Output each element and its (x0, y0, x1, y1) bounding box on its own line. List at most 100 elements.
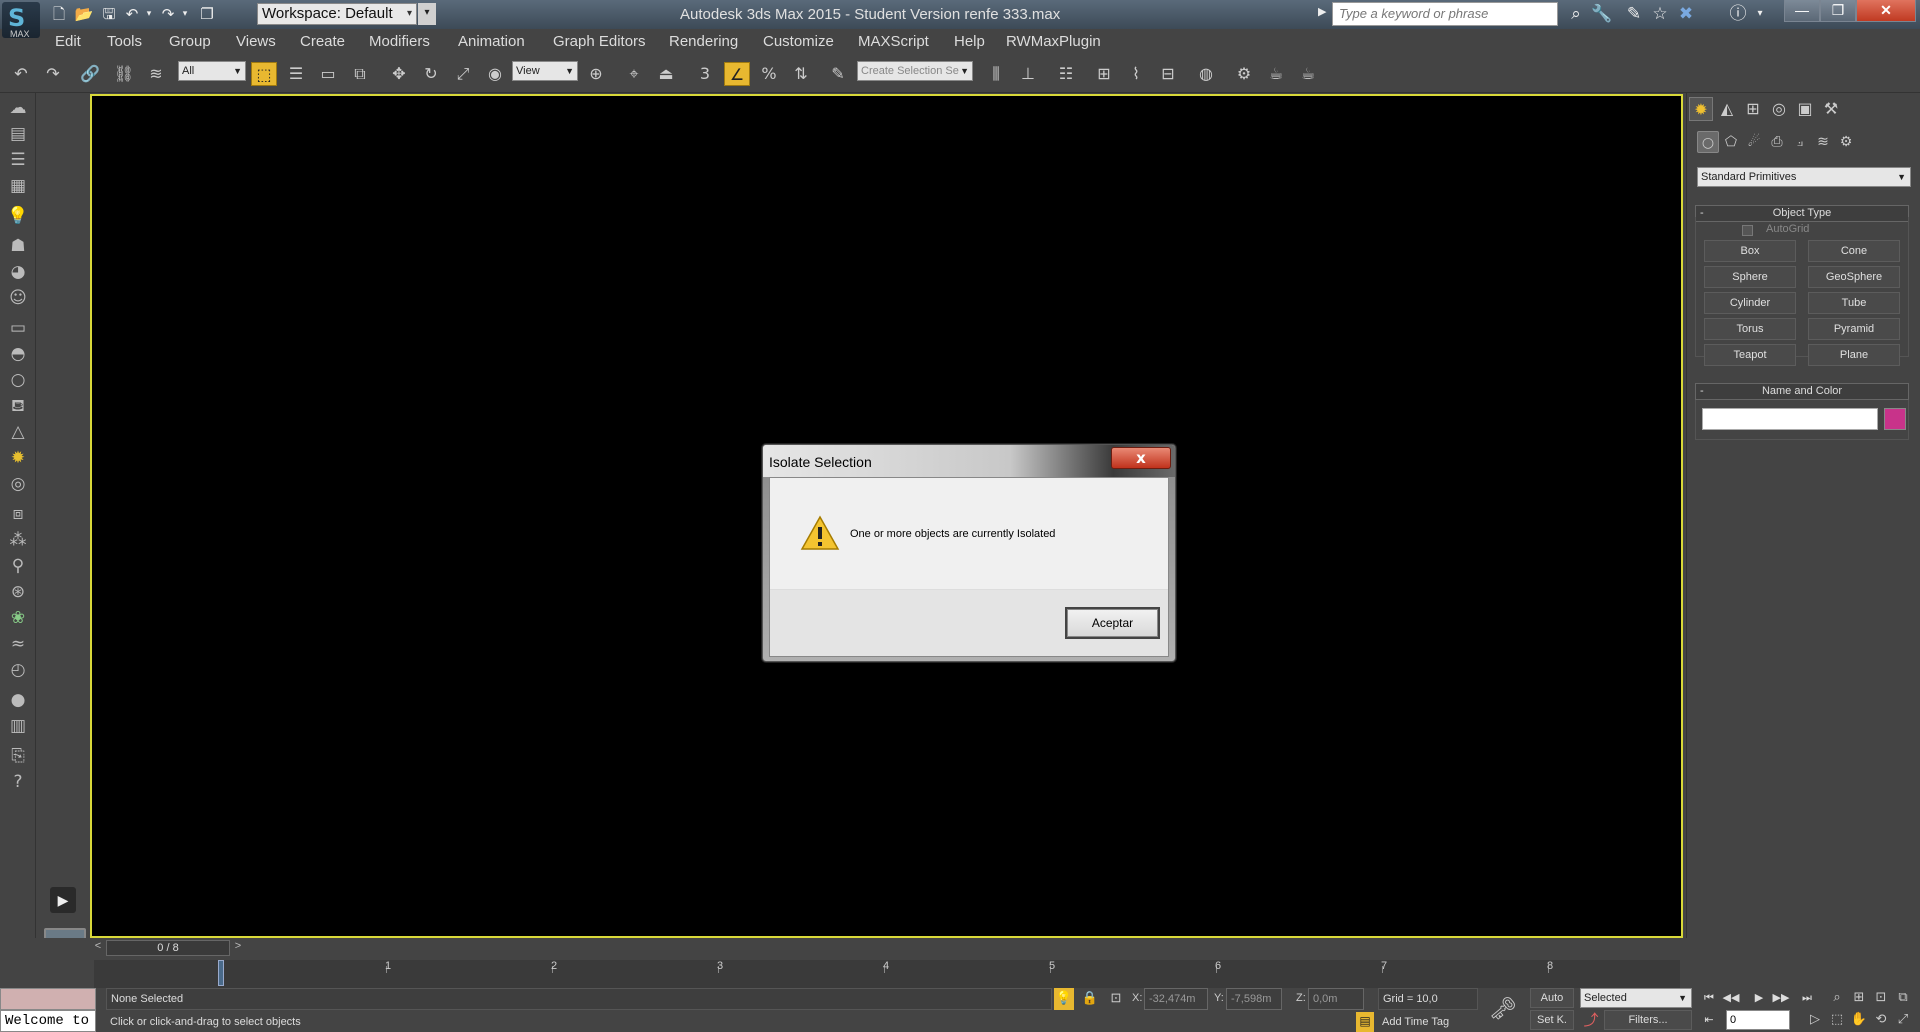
minimize-button[interactable]: — (1784, 0, 1820, 22)
absolute-mode-icon[interactable]: ⊡ (1106, 988, 1126, 1010)
angle-snap-icon[interactable]: ∠ (724, 62, 750, 86)
spinner-snap-icon[interactable]: ⇅ (788, 62, 814, 86)
shapes-icon[interactable]: ⬠ (1720, 131, 1742, 153)
menu-graph-editors[interactable]: Graph Editors (553, 33, 646, 50)
favorites-star-icon[interactable]: ☆ (1648, 3, 1672, 25)
plane-button[interactable]: Plane (1808, 344, 1900, 366)
layer-explorer-icon[interactable]: ☷ (1053, 62, 1079, 86)
search-input[interactable]: Type a keyword or phrase (1332, 2, 1558, 26)
category-dropdown[interactable]: Standard Primitives ▼ (1697, 167, 1911, 187)
undo-icon[interactable]: ↶ (8, 62, 34, 86)
exchange-icon[interactable]: ✖ (1674, 3, 1698, 25)
manipulate-icon[interactable]: ⌖ (621, 62, 647, 86)
zoom-all-icon[interactable]: ⊞ (1848, 988, 1870, 1008)
geometry-icon[interactable]: ○ (1697, 131, 1719, 153)
torus-icon[interactable]: ◎ (5, 471, 31, 497)
sun-icon[interactable]: ✹ (5, 445, 31, 471)
scene-explorer-icon[interactable]: ☁ (5, 95, 31, 121)
render-production-icon[interactable]: ☕ (1295, 62, 1321, 86)
rendered-frame-window-icon[interactable]: ☕ (1263, 62, 1289, 86)
communication-center-icon[interactable]: ✎ (1622, 3, 1646, 25)
redo-dropdown-icon[interactable]: ▾ (174, 3, 196, 25)
menu-help[interactable]: Help (954, 33, 985, 50)
dialog-titlebar[interactable]: Isolate Selection x (763, 445, 1175, 477)
quick-access-customize-button[interactable]: ▾ (418, 3, 436, 25)
schematic-view-icon[interactable]: ⊟ (1155, 62, 1181, 86)
key-mode-toggle-icon[interactable]: ⇤ (1698, 1010, 1720, 1030)
mirror-icon[interactable]: ⫼ (983, 62, 1009, 86)
time-slider-thumb[interactable]: 0 / 8 (106, 940, 230, 956)
box-button[interactable]: Box (1704, 240, 1796, 262)
help-icon[interactable]: ⓘ (1726, 3, 1750, 25)
save-file-icon[interactable]: 🖫 (98, 3, 120, 25)
curve-editor-icon[interactable]: ⌇ (1123, 62, 1149, 86)
menu-customize[interactable]: Customize (763, 33, 834, 50)
open-file-icon[interactable]: 📂 (73, 3, 95, 25)
key-filters-button[interactable]: Filters... (1604, 1010, 1692, 1030)
selection-lock-icon[interactable]: 🔒 (1080, 988, 1100, 1010)
keyboard-shortcut-override-icon[interactable]: ⏏ (653, 62, 679, 86)
helper-grid-icon[interactable]: ⧈ (5, 501, 31, 527)
hierarchy-tab-icon[interactable]: ⊞ (1741, 97, 1765, 121)
redo-icon[interactable]: ↷ (40, 62, 66, 86)
maxscript-listener-mini[interactable] (0, 988, 96, 1010)
next-frame-icon[interactable]: ▶▶ (1770, 988, 1792, 1008)
autogrid-checkbox[interactable] (1742, 225, 1753, 236)
time-slider-prev-icon[interactable]: < (90, 940, 106, 956)
lights-icon[interactable]: ☄ (1743, 131, 1765, 153)
auto-key-button[interactable]: Auto (1530, 988, 1574, 1008)
time-slider-next-icon[interactable]: > (230, 940, 246, 956)
spiral-icon[interactable]: ◴ (5, 657, 31, 683)
binoculars-icon[interactable]: ⌕ (1564, 3, 1588, 25)
zoom-extents-icon[interactable]: ⊡ (1870, 988, 1892, 1008)
new-file-icon[interactable]: 🗋 (48, 3, 70, 25)
align-icon[interactable]: ⊥ (1015, 62, 1041, 86)
search-expand-icon[interactable]: ▶ (1318, 5, 1326, 18)
add-time-tag[interactable]: Add Time Tag (1378, 1012, 1478, 1032)
utilities-tab-icon[interactable]: ⚒ (1819, 97, 1843, 121)
cylinder-button[interactable]: Cylinder (1704, 292, 1796, 314)
edit-named-selection-icon[interactable]: ✎ (825, 62, 851, 86)
percent-snap-icon[interactable]: % (756, 62, 782, 86)
display-tab-icon[interactable]: ▣ (1793, 97, 1817, 121)
select-object-icon[interactable]: ⬚ (251, 62, 277, 86)
set-key-icon[interactable]: 🗝 (1484, 990, 1522, 1030)
menu-views[interactable]: Views (236, 33, 276, 50)
region-zoom-icon[interactable]: ⬚ (1826, 1010, 1848, 1030)
current-frame-input[interactable]: 0 (1726, 1010, 1790, 1030)
close-window-button[interactable]: ✕ (1856, 0, 1916, 22)
project-folder-icon[interactable]: ❐ (196, 3, 218, 25)
create-tab-icon[interactable]: ✹ (1689, 97, 1713, 121)
geosphere-button[interactable]: GeoSphere (1808, 266, 1900, 288)
reference-coordinate-dropdown[interactable]: View ▼ (512, 61, 578, 81)
material-editor-icon[interactable]: ◍ (1193, 62, 1219, 86)
x-coordinate-field[interactable]: -32,474m (1144, 988, 1208, 1010)
sphere-button[interactable]: Sphere (1704, 266, 1796, 288)
select-and-move-icon[interactable]: ✥ (386, 62, 412, 86)
plant-icon[interactable]: ❀ (5, 605, 31, 631)
bind-to-space-warp-icon[interactable]: ≋ (143, 62, 169, 86)
select-and-scale-icon[interactable]: ⤢ (450, 62, 476, 86)
select-and-place-icon[interactable]: ◉ (482, 62, 508, 86)
menu-modifiers[interactable]: Modifiers (369, 33, 430, 50)
hair-icon[interactable]: ≈ (5, 631, 31, 657)
key-filter-dropdown[interactable]: Selected ▼ (1580, 988, 1692, 1008)
unlink-selection-icon[interactable]: ⛓ (111, 62, 137, 86)
grid-table-icon[interactable]: ▦ (5, 173, 31, 199)
biped-icon[interactable]: ⚲ (5, 553, 31, 579)
key-mode-curve-icon[interactable]: ⤴ (1580, 1010, 1602, 1032)
dialog-close-button[interactable]: x (1111, 447, 1171, 469)
object-name-field[interactable] (1702, 408, 1878, 430)
space-warps-icon[interactable]: ≋ (1812, 131, 1834, 153)
teapot-icon[interactable]: ⛾ (5, 393, 31, 419)
isolate-selection-toggle-icon[interactable]: 💡 (1054, 988, 1074, 1010)
scene-states-icon[interactable]: ▥ (5, 713, 31, 739)
pivot-point-center-icon[interactable]: ⊕ (583, 62, 609, 86)
subscription-center-icon[interactable]: 🔧 (1590, 3, 1614, 25)
selection-filter-dropdown[interactable]: All ▼ (178, 61, 246, 81)
render-setup-icon[interactable]: ⚙ (1231, 62, 1257, 86)
select-and-rotate-icon[interactable]: ↻ (418, 62, 444, 86)
motion-tab-icon[interactable]: ◎ (1767, 97, 1791, 121)
light-bulb-icon[interactable]: 💡 (5, 203, 31, 229)
menu-maxscript[interactable]: MAXScript (858, 33, 929, 50)
